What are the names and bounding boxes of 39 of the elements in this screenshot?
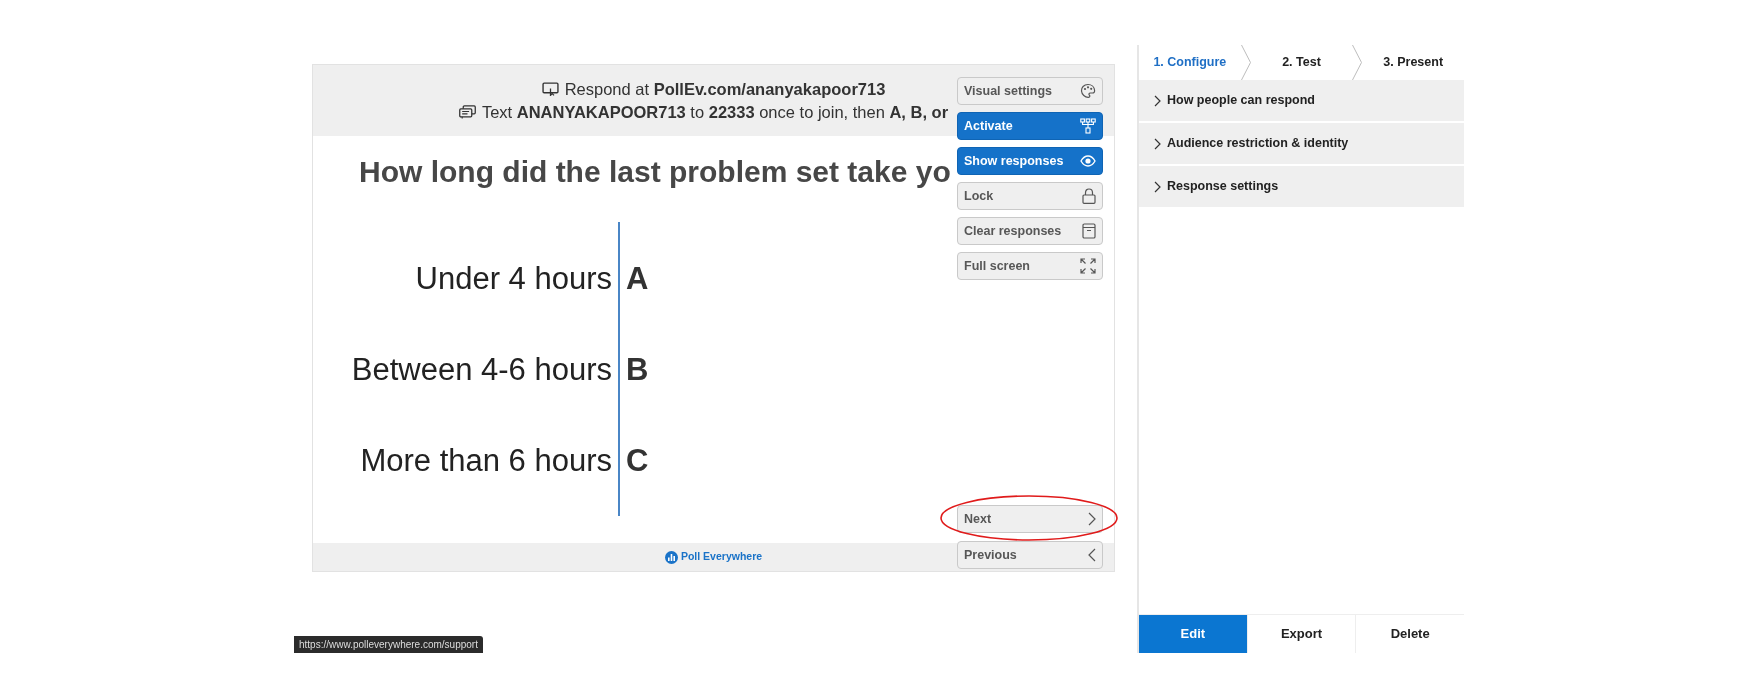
step-chevron-icon: [1352, 45, 1363, 80]
question-title: How long did the last problem set take yo: [358, 154, 951, 190]
chevron-right-icon: [1088, 512, 1096, 526]
logo-icon: [664, 550, 678, 564]
option-letter: B: [626, 351, 649, 389]
expand-icon: [1080, 258, 1096, 274]
accordion-header[interactable]: How people can respond: [1139, 80, 1464, 121]
palette-icon: [1080, 83, 1096, 99]
logo-text: Poll Everywhere: [680, 549, 763, 565]
lock-button[interactable]: Lock: [957, 182, 1103, 210]
option-label: More than 6 hours: [360, 442, 612, 480]
activate-button[interactable]: Activate: [957, 112, 1103, 140]
accordion-header[interactable]: Response settings: [1139, 166, 1464, 207]
join-instruction-text: Text ANANYAKAPOOR713 to 22333 once to join, then A, B, or: [481, 102, 949, 122]
next-button[interactable]: Next: [957, 505, 1103, 533]
option-letter: C: [626, 442, 649, 480]
status-bar-url: https://www.polleverywhere.com/support: [294, 636, 483, 653]
eye-icon: [1080, 155, 1096, 167]
archive-box-icon: [1082, 223, 1096, 239]
clear-responses-button[interactable]: Clear responses: [957, 217, 1103, 245]
accordion-header[interactable]: Audience restriction & identity: [1139, 123, 1464, 164]
lock-icon: [1082, 188, 1096, 204]
visual-settings-button[interactable]: Visual settings: [957, 77, 1103, 105]
step-chevron-icon: [1240, 45, 1251, 80]
chevron-left-icon: [1088, 548, 1096, 562]
full-screen-button[interactable]: Full screen: [957, 252, 1103, 280]
option-label: Under 4 hours: [415, 260, 612, 298]
screen-icon: [541, 82, 559, 96]
step-tab[interactable]: 1. Configure: [1139, 45, 1241, 80]
show-responses-button[interactable]: Show responses: [957, 147, 1103, 175]
option-label: Between 4-6 hours: [351, 351, 612, 389]
branch-icon: [1080, 118, 1096, 134]
option-letter: A: [626, 260, 649, 298]
action-button[interactable]: Edit: [1139, 615, 1247, 653]
step-tab[interactable]: 2. Test: [1250, 45, 1353, 80]
chat-icon: [458, 105, 476, 119]
step-tab[interactable]: 3. Present: [1362, 45, 1464, 80]
join-instruction-text: Respond at PollEv.com/ananyakapoor713: [564, 79, 886, 99]
previous-button[interactable]: Previous: [957, 541, 1103, 569]
